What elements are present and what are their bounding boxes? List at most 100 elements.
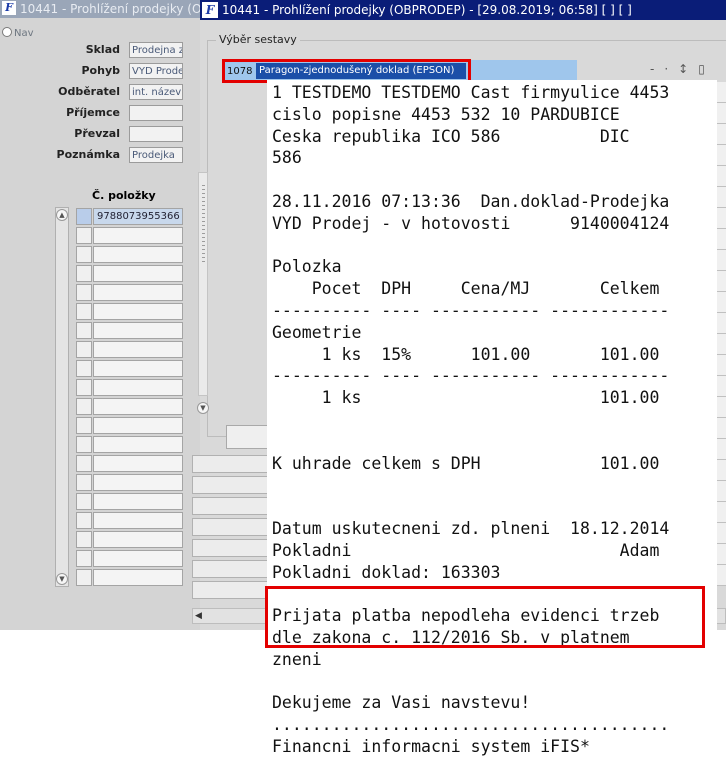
row-selector[interactable] xyxy=(76,265,92,282)
receipt-line: cislo popisne 4453 532 10 PARDUBICE xyxy=(272,104,620,124)
item-cell[interactable] xyxy=(93,474,183,491)
item-cell[interactable] xyxy=(93,246,183,263)
grid-cell[interactable] xyxy=(192,539,268,557)
row-selector[interactable] xyxy=(76,550,92,567)
item-cell[interactable] xyxy=(93,493,183,510)
receipt-line: 1 ks 101.00 xyxy=(272,388,660,408)
row-selector[interactable] xyxy=(76,208,92,225)
field-label: Odběratel xyxy=(58,85,120,98)
grid-cell xyxy=(716,166,726,187)
grid-cell[interactable] xyxy=(192,518,268,536)
field-label: Příjemce xyxy=(66,106,120,119)
row-selector[interactable] xyxy=(76,246,92,263)
scroll-left-icon[interactable]: ◀ xyxy=(195,611,205,621)
grid-cell xyxy=(716,187,726,208)
grid-cell xyxy=(716,355,726,376)
item-cell[interactable] xyxy=(93,265,183,282)
field-input[interactable] xyxy=(129,105,183,121)
grid-cell[interactable] xyxy=(192,497,268,515)
row-selector[interactable] xyxy=(76,493,92,510)
receipt-line: Pokladni Adam xyxy=(272,540,660,560)
item-cell[interactable] xyxy=(93,227,183,244)
grid-cell[interactable] xyxy=(192,581,268,599)
row-selector[interactable] xyxy=(76,341,92,358)
field-input[interactable]: Prodejka xyxy=(129,147,183,163)
receipt-line xyxy=(272,496,669,518)
item-cell[interactable] xyxy=(93,398,183,415)
background-window-title: 10441 - Prohlížení prodejky (OBPRODEP) xyxy=(20,2,200,16)
row-selector[interactable] xyxy=(76,379,92,396)
item-cell[interactable] xyxy=(93,569,183,586)
dot-icon[interactable]: · xyxy=(664,62,678,76)
item-cell[interactable] xyxy=(93,417,183,434)
receipt-line: Pocet DPH Cena/MJ Celkem xyxy=(272,279,660,299)
item-cell[interactable] xyxy=(93,512,183,529)
item-cell[interactable] xyxy=(93,455,183,472)
panel-button[interactable] xyxy=(226,425,270,449)
grid-cell[interactable] xyxy=(192,560,268,578)
highlight-box-evidence-note xyxy=(265,586,705,648)
field-label: Poznámka xyxy=(56,148,120,161)
item-cell[interactable] xyxy=(93,550,183,567)
grid-cell xyxy=(716,208,726,229)
grid-cell xyxy=(716,418,726,439)
minus-icon[interactable]: - xyxy=(650,62,664,76)
row-selector[interactable] xyxy=(76,284,92,301)
pdf-icon[interactable]: ▯ xyxy=(698,62,715,76)
grid-cell xyxy=(716,250,726,271)
receipt-line: Ceska republika ICO 586 DIC xyxy=(272,126,630,146)
receipt-line xyxy=(272,431,669,453)
item-cell[interactable] xyxy=(93,341,183,358)
row-selector[interactable] xyxy=(76,512,92,529)
field-input[interactable]: Prodejna zb xyxy=(129,42,183,58)
row-selector[interactable] xyxy=(76,303,92,320)
field-label: Převzal xyxy=(74,127,120,140)
item-cell[interactable] xyxy=(93,531,183,548)
right-edge-grid xyxy=(716,82,726,592)
resize-icon[interactable]: ↕ xyxy=(678,62,698,76)
row-selector[interactable] xyxy=(76,398,92,415)
foreground-window-title: 10441 - Prohlížení prodejky (OBPRODEP) -… xyxy=(222,3,632,17)
receipt-line: ---------- ---- ----------- ------------ xyxy=(272,366,670,386)
radio-icon xyxy=(2,27,12,37)
item-cell[interactable] xyxy=(93,322,183,339)
receipt-line: VYD Prodej - v hotovosti 9140004124 xyxy=(272,213,670,233)
item-cell[interactable]: 9788073955366 xyxy=(93,208,183,225)
grid-cell xyxy=(716,481,726,502)
row-selector[interactable] xyxy=(76,322,92,339)
grid-cell xyxy=(716,82,726,103)
scroll-down-icon[interactable]: ▼ xyxy=(56,573,68,585)
row-selector[interactable] xyxy=(76,417,92,434)
nav-radio[interactable]: Nav xyxy=(2,27,34,39)
foreground-window-title-bar[interactable]: F 10441 - Prohlížení prodejky (OBPRODEP)… xyxy=(200,0,726,20)
items-scrollbar[interactable]: ▲ ▼ xyxy=(55,207,69,587)
field-input[interactable]: VYD Prodej xyxy=(129,63,183,79)
row-selector[interactable] xyxy=(76,227,92,244)
row-selector[interactable] xyxy=(76,569,92,586)
field-input[interactable] xyxy=(129,126,183,142)
background-window-title-bar[interactable]: F 10441 - Prohlížení prodejky (OBPRODEP) xyxy=(0,0,200,18)
row-selector[interactable] xyxy=(76,360,92,377)
scroll-up-icon[interactable]: ▲ xyxy=(56,209,68,221)
item-cell[interactable] xyxy=(93,436,183,453)
grid-cell xyxy=(716,502,726,523)
item-cell[interactable] xyxy=(93,284,183,301)
items-column-header: Č. položky xyxy=(92,189,156,202)
app-logo-icon: F xyxy=(202,2,218,18)
splitter-track[interactable] xyxy=(198,172,208,396)
item-cell[interactable] xyxy=(93,379,183,396)
row-selector[interactable] xyxy=(76,531,92,548)
row-selector[interactable] xyxy=(76,436,92,453)
grid-cell xyxy=(716,523,726,544)
splitter-scrollbar[interactable]: ▼ xyxy=(197,172,209,414)
row-selector[interactable] xyxy=(76,474,92,491)
row-selector[interactable] xyxy=(76,455,92,472)
nav-label: Nav xyxy=(14,28,34,39)
scroll-down-icon[interactable]: ▼ xyxy=(197,402,209,414)
receipt-line xyxy=(272,169,669,191)
field-input[interactable]: int. název 7 xyxy=(129,84,183,100)
grid-cell[interactable] xyxy=(192,476,268,494)
item-cell[interactable] xyxy=(93,303,183,320)
grid-cell[interactable] xyxy=(192,455,268,473)
item-cell[interactable] xyxy=(93,360,183,377)
